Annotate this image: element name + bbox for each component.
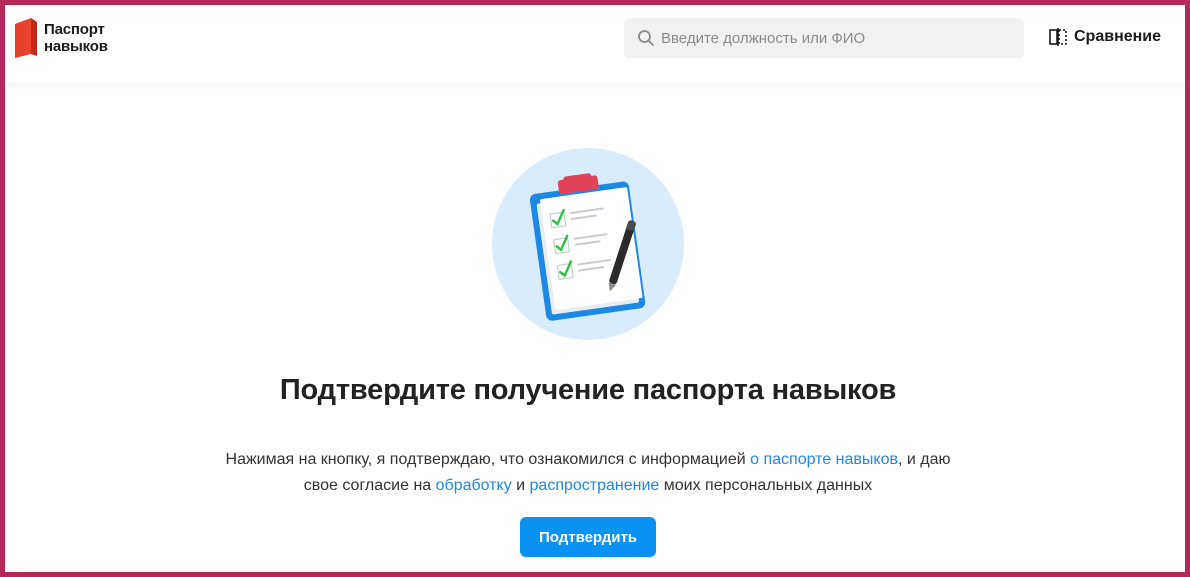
logo[interactable]: Паспорт навыков (15, 18, 108, 58)
confirm-button[interactable]: Подтвердить (520, 517, 656, 557)
search-icon (638, 30, 654, 46)
page-frame: Паспорт навыков Сравнение (5, 5, 1185, 572)
processing-link[interactable]: обработку (436, 477, 512, 494)
page-title: Подтвердите получение паспорта навыков (279, 374, 897, 406)
consent-text-part: Нажимая на кнопку, я подтверждаю, что оз… (225, 451, 751, 468)
compare-label: Сравнение (1074, 28, 1162, 45)
consent-text: Нажимая на кнопку, я подтверждаю, что оз… (5, 447, 1171, 499)
distribution-link[interactable]: распространение (530, 477, 660, 494)
compare-icon (1049, 28, 1067, 46)
search-box (624, 18, 1024, 58)
about-passport-link[interactable]: о паспорте навыков (750, 451, 898, 468)
search-input[interactable] (661, 18, 1001, 58)
logo-text: Паспорт навыков (44, 21, 108, 55)
logo-book-icon (15, 18, 37, 58)
logo-line-1: Паспорт (44, 21, 105, 38)
consent-text-part: моих персональных данных (659, 477, 873, 494)
consent-text-part: , и даю (897, 451, 951, 468)
clipboard-checklist-illustration (492, 148, 684, 340)
compare-link[interactable]: Сравнение (1048, 27, 1161, 47)
consent-text-part: и (511, 477, 530, 494)
logo-line-2: навыков (44, 38, 108, 55)
header: Паспорт навыков Сравнение (5, 5, 1185, 83)
consent-text-part: свое согласие на (303, 477, 436, 494)
